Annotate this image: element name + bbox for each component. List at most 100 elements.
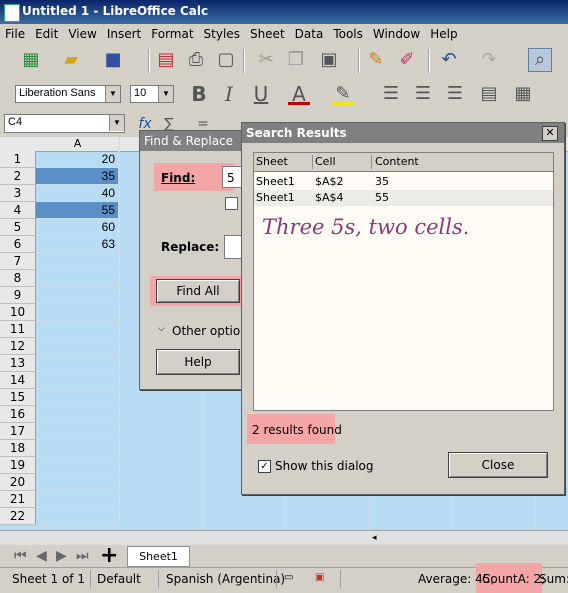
last-sheet-icon[interactable]: ⏭ — [76, 548, 89, 564]
italic-icon[interactable]: I — [218, 83, 240, 105]
row-header[interactable]: 13 — [0, 355, 36, 372]
col-cell[interactable]: Cell — [315, 155, 372, 169]
align-center-icon[interactable]: ☰ — [412, 83, 434, 105]
font-size-box[interactable]: 10 ▼ — [130, 85, 174, 103]
row-header[interactable]: 16 — [0, 406, 36, 423]
font-name-box[interactable]: Liberation Sans ▼ — [15, 85, 121, 103]
cell-a[interactable] — [36, 355, 119, 372]
chevron-down-icon[interactable]: ▼ — [105, 86, 120, 102]
row-header[interactable]: 12 — [0, 338, 36, 355]
cell-a[interactable] — [36, 457, 119, 474]
col-sheet[interactable]: Sheet — [256, 155, 313, 169]
menu-insert[interactable]: Insert — [102, 24, 146, 41]
cell-a[interactable] — [36, 508, 119, 525]
selection-mode-icon[interactable]: ▭ — [284, 572, 293, 583]
cell-a[interactable] — [36, 372, 119, 389]
cell-a[interactable] — [36, 406, 119, 423]
cell-a[interactable] — [36, 287, 119, 304]
sheet-tab[interactable]: Sheet1 — [127, 546, 190, 567]
menu-help[interactable]: Help — [425, 24, 462, 41]
cell-a[interactable] — [36, 321, 119, 338]
print-preview-icon[interactable]: ▢ — [215, 49, 237, 71]
row-header[interactable]: 15 — [0, 389, 36, 406]
cell-a[interactable] — [36, 440, 119, 457]
row-header[interactable]: 4 — [0, 202, 36, 219]
chevron-down-icon[interactable]: ▼ — [109, 115, 124, 131]
open-folder-icon[interactable]: ▰ — [60, 49, 82, 71]
row-header[interactable]: 7 — [0, 253, 36, 270]
wrap-text-icon[interactable]: ▤ — [478, 83, 500, 105]
align-left-icon[interactable]: ☰ — [380, 83, 402, 105]
clone-formatting-icon[interactable]: ✎ — [365, 49, 387, 71]
print-icon[interactable]: ⎙ — [185, 49, 207, 71]
row-header[interactable]: 20 — [0, 474, 36, 491]
page-style[interactable]: Default — [97, 572, 141, 586]
row-header[interactable]: 18 — [0, 440, 36, 457]
menu-styles[interactable]: Styles — [199, 24, 245, 41]
row-header[interactable]: 2 — [0, 168, 36, 185]
result-row[interactable]: Sheet1 $A$2 35 — [254, 174, 553, 190]
cell-a[interactable]: 20 — [36, 151, 119, 168]
row-header[interactable]: 9 — [0, 287, 36, 304]
row-header[interactable]: 8 — [0, 270, 36, 287]
cell-a[interactable]: 35 — [36, 168, 119, 185]
row-header[interactable]: 17 — [0, 423, 36, 440]
add-sheet-icon[interactable]: + — [100, 543, 118, 568]
first-sheet-icon[interactable]: ⏮ — [14, 548, 27, 564]
find-all-button[interactable]: Find All — [156, 279, 240, 303]
font-color-icon[interactable]: A — [288, 83, 310, 105]
bold-icon[interactable]: B — [188, 83, 210, 105]
highlight-color-icon[interactable]: ✎ — [332, 83, 354, 105]
chevron-down-icon[interactable]: ▼ — [158, 86, 173, 102]
expander-icon[interactable]: ⌵ — [158, 324, 165, 334]
cell-a[interactable] — [36, 423, 119, 440]
row-header[interactable]: 14 — [0, 372, 36, 389]
cell-a[interactable] — [36, 491, 119, 508]
menu-tools[interactable]: Tools — [328, 24, 368, 41]
menu-format[interactable]: Format — [146, 24, 198, 41]
row-header[interactable]: 11 — [0, 321, 36, 338]
menu-view[interactable]: View — [63, 24, 101, 41]
cut-icon[interactable]: ✂ — [255, 49, 277, 71]
menu-data[interactable]: Data — [290, 24, 329, 41]
cell-a[interactable] — [36, 474, 119, 491]
row-header[interactable]: 19 — [0, 457, 36, 474]
col-content[interactable]: Content — [375, 155, 419, 168]
cell-a[interactable] — [36, 338, 119, 355]
row-header[interactable]: 10 — [0, 304, 36, 321]
copy-icon[interactable]: ❐ — [285, 49, 307, 71]
cell-a[interactable] — [36, 253, 119, 270]
align-right-icon[interactable]: ☰ — [444, 83, 466, 105]
menu-file[interactable]: File — [0, 24, 30, 41]
undo-icon[interactable]: ↶ — [438, 49, 460, 71]
cell-a[interactable] — [36, 304, 119, 321]
previous-sheet-icon[interactable]: ◀ — [36, 548, 47, 564]
column-header-a[interactable]: A — [36, 137, 120, 151]
cell-a[interactable]: 55 — [36, 202, 119, 219]
redo-icon[interactable]: ↷ — [478, 49, 500, 71]
menu-sheet[interactable]: Sheet — [245, 24, 290, 41]
row-header[interactable]: 3 — [0, 185, 36, 202]
merge-cells-icon[interactable]: ▦ — [512, 83, 534, 105]
cell-a[interactable] — [36, 389, 119, 406]
row-header[interactable]: 5 — [0, 219, 36, 236]
next-sheet-icon[interactable]: ▶ — [56, 548, 67, 564]
row-header[interactable]: 6 — [0, 236, 36, 253]
underline-icon[interactable]: U — [250, 83, 272, 105]
find-replace-icon[interactable]: ⌕ — [528, 48, 552, 72]
horizontal-scrollbar[interactable]: ◂ — [0, 530, 568, 546]
row-header[interactable]: 21 — [0, 491, 36, 508]
name-box[interactable]: C4 ▼ — [4, 114, 125, 133]
row-header[interactable]: 22 — [0, 508, 36, 525]
scroll-left-icon[interactable]: ◂ — [372, 533, 382, 543]
cell-a[interactable]: 60 — [36, 219, 119, 236]
new-document-icon[interactable]: ▦ — [20, 49, 42, 71]
cell-a[interactable]: 40 — [36, 185, 119, 202]
help-button[interactable]: Help — [156, 349, 240, 375]
show-dialog-checkbox[interactable]: ✓ — [258, 460, 271, 473]
menu-edit[interactable]: Edit — [30, 24, 63, 41]
clear-formatting-icon[interactable]: ✐ — [396, 49, 418, 71]
language-indicator[interactable]: Spanish (Argentina) — [166, 572, 285, 586]
match-case-checkbox[interactable] — [225, 197, 238, 210]
paste-icon[interactable]: ▣ — [318, 49, 340, 71]
